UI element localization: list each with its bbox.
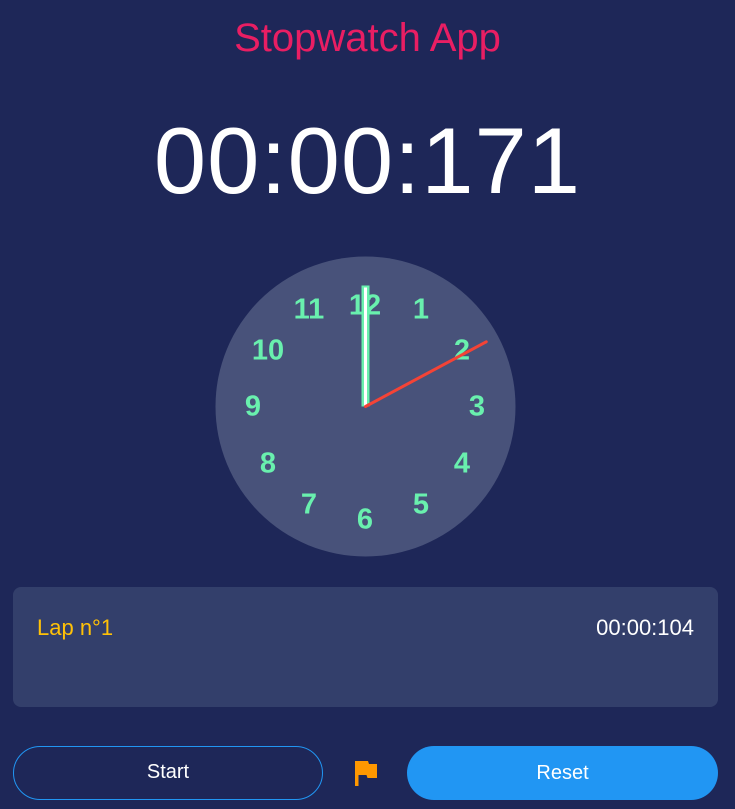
reset-button[interactable]: Reset (407, 746, 718, 800)
clock-number-9: 9 (245, 391, 261, 423)
analog-clock: 12 1 2 3 4 5 6 7 8 9 10 11 (215, 256, 516, 557)
lap-flag-button[interactable] (348, 755, 384, 791)
clock-number-10: 10 (252, 335, 284, 367)
analog-clock-face: 12 1 2 3 4 5 6 7 8 9 10 11 (215, 256, 516, 557)
clock-number-7: 7 (301, 489, 317, 521)
elapsed-time-display: 00:00:171 (153, 108, 582, 213)
clock-number-4: 4 (454, 448, 470, 480)
app-title: Stopwatch App (234, 16, 501, 60)
clock-number-6: 6 (357, 504, 373, 536)
clock-number-8: 8 (260, 448, 276, 480)
clock-number-1: 1 (413, 294, 429, 326)
lap-label: Lap n°1 (37, 615, 114, 640)
lap-list: Lap n°1 00:00:104 (13, 587, 718, 707)
lap-row: Lap n°1 00:00:104 (13, 613, 718, 643)
lap-time: 00:00:104 (596, 615, 694, 640)
minute-hand (361, 285, 370, 407)
clock-number-3: 3 (469, 391, 485, 423)
clock-number-11: 11 (294, 294, 325, 326)
clock-number-5: 5 (413, 489, 429, 521)
flag-icon (355, 761, 377, 786)
start-button[interactable]: Start (13, 746, 323, 800)
